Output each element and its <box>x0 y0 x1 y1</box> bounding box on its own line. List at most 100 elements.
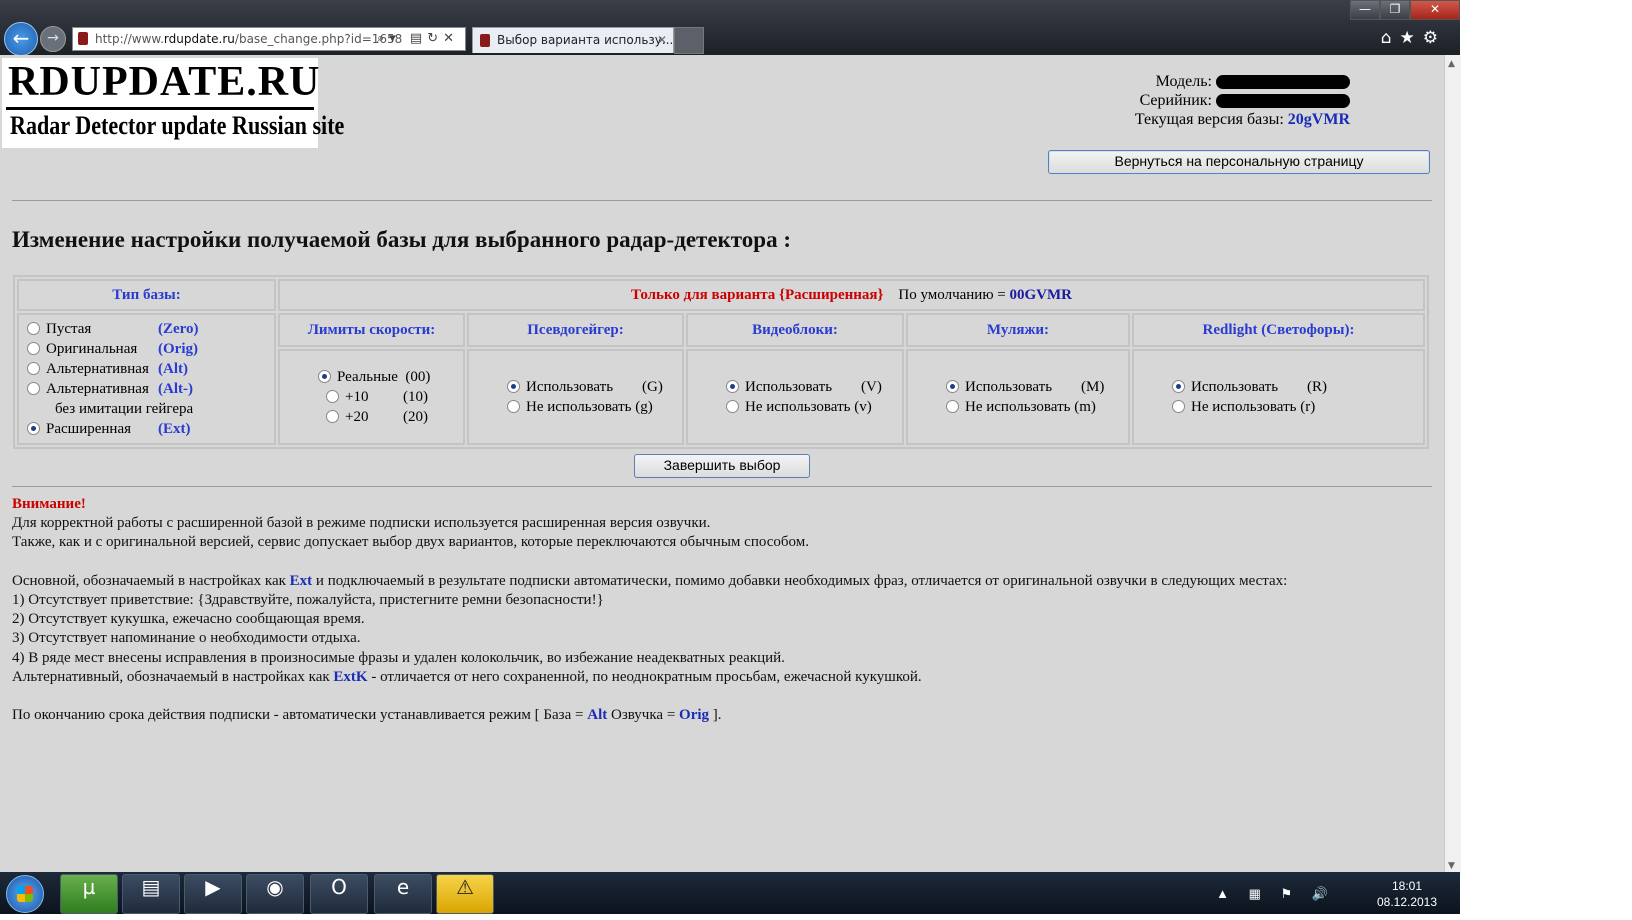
tray-icons[interactable]: ▲ ▦ ⚑ 🔊 <box>1216 886 1336 902</box>
geiger-option-nouse[interactable]: Не использовать (g) <box>507 397 682 417</box>
tab-close-icon[interactable]: ✕ <box>657 28 667 53</box>
radio-ext[interactable] <box>27 422 40 436</box>
geiger-option-use[interactable]: Использовать (G) <box>507 377 682 397</box>
logo-subtitle: Radar Detector update Russian site <box>10 111 345 140</box>
type-option-zero[interactable]: Пустая (Zero) <box>27 319 274 339</box>
model-row: Модель: <box>1135 72 1350 91</box>
redlight-option-use[interactable]: Использовать (R) <box>1172 377 1423 397</box>
vertical-scrollbar[interactable]: ▲ ▼ <box>1444 55 1461 875</box>
utorrent-icon[interactable]: µ <box>60 874 118 914</box>
browser-chrome: — ❐ ✕ ← → http://www.rdupdate.ru/base_ch… <box>0 0 1460 56</box>
clock-time: 18:01 <box>1391 879 1423 893</box>
radio-redlight-use[interactable] <box>1172 380 1185 394</box>
media-player-icon[interactable]: ▶ <box>184 874 242 914</box>
radio-dummies-use[interactable] <box>946 380 959 394</box>
page-title: Изменение настройки получаемой базы для … <box>12 227 791 252</box>
video-option-nouse[interactable]: Не использовать (v) <box>726 397 902 417</box>
window-controls: — ❐ ✕ <box>1350 0 1460 20</box>
address-tools-icon[interactable]: ⌕▾ ▤↻✕ <box>377 28 459 50</box>
video-options: Использовать (V) Не использовать (v) <box>686 349 904 445</box>
speed-option-20[interactable]: +20 (20) <box>318 407 463 427</box>
type-option-ext[interactable]: Расширенная (Ext) <box>27 419 274 439</box>
tab-title: Выбор варианта использу... <box>497 33 674 47</box>
internet-explorer-icon[interactable]: e <box>374 874 432 914</box>
ext-only-header: Только для варианта {Расширенная} По умо… <box>278 279 1425 311</box>
start-button[interactable] <box>6 875 44 913</box>
type-header: Тип базы: <box>17 279 276 311</box>
speed-option-10[interactable]: +10 (10) <box>318 387 463 407</box>
new-tab-button[interactable] <box>674 27 704 54</box>
scroll-down-icon[interactable]: ▼ <box>1448 861 1455 871</box>
note-p4: Альтернативный, обозначаемый в настройка… <box>12 668 922 685</box>
site-logo[interactable]: RDUPDATE.RU Radar Detector update Russia… <box>2 58 344 148</box>
radio-speed-10[interactable] <box>326 390 339 404</box>
site-favicon-icon <box>78 32 88 45</box>
clock-date: 08.12.2013 <box>1376 895 1438 909</box>
divider-top <box>12 200 1432 201</box>
scroll-up-icon[interactable]: ▲ <box>1448 59 1455 69</box>
note-l3: 3) Отсутствует напоминание о необходимос… <box>12 630 361 647</box>
radio-speed-20[interactable] <box>326 410 339 424</box>
speed-options: Реальные (00) +10 (10) +20 (20) <box>278 349 465 445</box>
note-p3: Основной, обозначаемый в настройках как … <box>12 572 1288 589</box>
radio-orig[interactable] <box>27 342 40 356</box>
type-option-alt[interactable]: Альтернативная (Alt) <box>27 359 274 379</box>
radio-video-use[interactable] <box>726 380 739 394</box>
redlight-options: Использовать (R) Не использовать (r) <box>1132 349 1425 445</box>
url-text[interactable]: http://www.rdupdate.ru/base_change.php?i… <box>95 28 402 50</box>
dummies-option-nouse[interactable]: Не использовать (m) <box>946 397 1128 417</box>
address-bar[interactable]: http://www.rdupdate.ru/base_change.php?i… <box>72 27 466 51</box>
radio-speed-00[interactable] <box>318 370 331 384</box>
file-explorer-icon[interactable]: ▤ <box>122 874 180 914</box>
firefox-icon[interactable]: ◉ <box>246 874 304 914</box>
minimize-button[interactable]: — <box>1350 0 1380 20</box>
radio-redlight-nouse[interactable] <box>1172 400 1185 414</box>
tab-active[interactable]: Выбор варианта использу... ✕ <box>472 27 674 53</box>
dummies-option-use[interactable]: Использовать (M) <box>946 377 1128 397</box>
note-p1: Для корректной работы с расширенной базо… <box>12 515 711 532</box>
radio-video-nouse[interactable] <box>726 400 739 414</box>
serial-redaction <box>1216 94 1350 109</box>
redlight-header: Redlight (Светофоры): <box>1132 313 1425 348</box>
type-option-alt-minus-sub: без имитации гейгера <box>55 401 194 417</box>
radio-zero[interactable] <box>27 322 40 336</box>
note-l2: 2) Отсутствует кукушка, ежечасно сообщаю… <box>12 611 365 628</box>
radio-geiger-use[interactable] <box>507 380 520 394</box>
serial-row: Серийник: <box>1135 91 1350 110</box>
return-to-personal-page-button[interactable]: Вернуться на персональную страницу <box>1048 150 1430 174</box>
notes-section: Внимание! Для корректной работы с расшир… <box>12 495 1287 725</box>
geiger-options: Использовать (G) Не использовать (g) <box>467 349 684 445</box>
taskbar: µ ▤ ▶ ◉ O e ⚠ ▲ ▦ ⚑ 🔊 18:01 08.12.2013 <box>0 872 1460 914</box>
radio-alt[interactable] <box>27 362 40 376</box>
video-option-use[interactable]: Использовать (V) <box>726 377 902 397</box>
back-button[interactable]: ← <box>4 22 38 56</box>
geiger-header: Псевдогейгер: <box>467 313 684 348</box>
radio-dummies-nouse[interactable] <box>946 400 959 414</box>
redlight-option-nouse[interactable]: Не использовать (r) <box>1172 397 1423 417</box>
dummies-header: Муляжи: <box>906 313 1130 348</box>
clock[interactable]: 18:01 08.12.2013 <box>1374 878 1440 910</box>
home-favorites-settings-icons[interactable]: ⌂★⚙ <box>1381 28 1446 48</box>
close-window-button[interactable]: ✕ <box>1410 0 1460 20</box>
warning-icon[interactable]: ⚠ <box>436 874 494 914</box>
type-options: Пустая (Zero) Оригинальная (Orig) Альтерна… <box>17 313 276 445</box>
dummies-options: Использовать (M) Не использовать (m) <box>906 349 1130 445</box>
video-header: Видеоблоки: <box>686 313 904 348</box>
radio-alt-minus[interactable] <box>27 382 40 396</box>
speed-option-real[interactable]: Реальные (00) <box>318 367 463 387</box>
finish-selection-button[interactable]: Завершить выбор <box>634 454 810 478</box>
logo-divider <box>6 107 314 110</box>
divider-bottom <box>12 486 1432 487</box>
default-value: 00GVMR <box>1009 286 1073 303</box>
maximize-button[interactable]: ❐ <box>1380 0 1410 20</box>
opera-icon[interactable]: O <box>310 874 368 914</box>
speed-header: Лимиты скорости: <box>278 313 465 348</box>
radio-geiger-nouse[interactable] <box>507 400 520 414</box>
type-option-alt-minus[interactable]: Альтернативная (Alt-) <box>27 379 274 399</box>
note-p2: Также, как и с оригинальной версией, сер… <box>12 534 809 551</box>
note-l4: 4) В ряде мест внесены исправления в про… <box>12 649 785 666</box>
forward-button[interactable]: → <box>40 26 66 52</box>
page-viewport: RDUPDATE.RU Radar Detector update Russia… <box>0 55 1444 875</box>
type-option-orig[interactable]: Оригинальная (Orig) <box>27 339 274 359</box>
logo-title: RDUPDATE.RU <box>8 59 321 105</box>
